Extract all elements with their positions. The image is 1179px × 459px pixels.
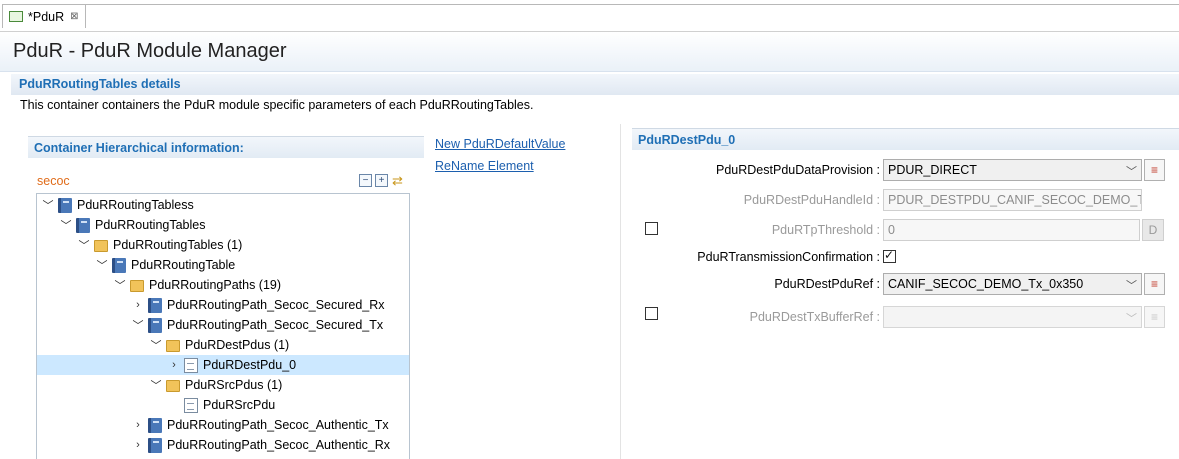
folder-icon <box>166 340 180 352</box>
chevron-down-icon: ﹀ <box>1126 166 1137 178</box>
handle-id-field: PDUR_DESTPDU_CANIF_SECOC_DEMO_Tx_0 <box>883 189 1142 211</box>
tx-confirmation-label: PduRTransmissionConfirmation : <box>697 250 880 264</box>
tree-item-label: PduRRoutingTables <box>95 218 206 232</box>
tree-item[interactable]: › PduRRoutingPath_Secoc_Authentic_Rx <box>37 435 409 455</box>
chevron-down-icon[interactable]: ﹀ <box>113 277 127 293</box>
chevron-right-icon[interactable]: › <box>131 439 145 451</box>
container-icon <box>148 437 162 453</box>
tree-item-label: PduRDestPdu_0 <box>203 358 297 372</box>
tree-toolbar: − + ⇄ <box>359 174 404 187</box>
document-icon <box>184 357 198 373</box>
chevron-down-icon[interactable]: ﹀ <box>131 317 145 333</box>
collapse-all-icon[interactable]: − <box>359 174 372 187</box>
editor-tab-bar: *PduR ⊠ <box>0 0 1179 32</box>
container-icon <box>148 317 162 333</box>
container-icon <box>76 217 90 233</box>
expand-all-icon[interactable]: + <box>375 174 388 187</box>
tree-item[interactable]: · PduRSrcPdu <box>37 395 409 415</box>
close-icon[interactable]: ⊠ <box>70 11 78 22</box>
chevron-down-icon: · <box>167 399 181 411</box>
container-icon <box>148 417 162 433</box>
tree-item[interactable]: › PduRDestPdu_0 <box>37 355 409 375</box>
tab-pdur[interactable]: *PduR ⊠ <box>2 4 86 28</box>
chevron-right-icon[interactable]: › <box>131 419 145 431</box>
chevron-down-icon[interactable]: ﹀ <box>149 337 163 353</box>
details-panel-header: PduRDestPdu_0 <box>632 128 1179 150</box>
tab-label: *PduR <box>28 9 65 24</box>
tx-buffer-ref-select: ﹀ <box>883 306 1142 328</box>
chevron-down-icon: ﹀ <box>1126 313 1137 325</box>
tree-item-label: PduRSrcPdus (1) <box>185 378 283 392</box>
tx-confirmation-checkbox[interactable] <box>883 248 896 263</box>
tp-threshold-checkbox[interactable] <box>645 222 658 235</box>
tree-item[interactable]: › PduRRoutingPath_Secoc_Authentic_Tx <box>37 415 409 435</box>
chevron-down-icon[interactable]: ﹀ <box>95 257 109 273</box>
hierarchy-panel-title: Container Hierarchical information: <box>34 141 244 155</box>
container-tree[interactable]: ﹀ PduRRoutingTabless ﹀ PduRRoutingTables ﹀ Pd… <box>36 193 410 459</box>
chevron-down-icon[interactable]: ﹀ <box>41 197 55 213</box>
tree-item-label: PduRRoutingPaths (19) <box>149 278 282 292</box>
tree-item-label: PduRRoutingPath_Secoc_Secured_Rx <box>167 298 385 312</box>
tree-item[interactable]: ﹀ PduRDestPdus (1) <box>37 335 409 355</box>
details-panel-title: PduRDestPdu_0 <box>638 133 736 147</box>
chevron-down-icon[interactable]: ﹀ <box>59 217 73 233</box>
container-icon <box>58 197 72 213</box>
folder-icon <box>94 240 108 252</box>
chevron-down-icon[interactable]: ﹀ <box>77 237 91 253</box>
tx-buffer-ref-checkbox[interactable] <box>645 307 658 320</box>
tp-threshold-field: 0 <box>883 219 1140 241</box>
module-name: secoc <box>37 174 70 188</box>
tree-item-label: PduRRoutingPath_Secoc_Secured_Tx <box>167 318 384 332</box>
section-title: PduRRoutingTables details <box>19 77 181 91</box>
tree-item[interactable]: ﹀ PduRRoutingTables <box>37 215 409 235</box>
tree-item-label: PduRSrcPdu <box>203 398 276 412</box>
data-provision-label: PduRDestPduDataProvision : <box>716 163 880 177</box>
editor-icon <box>9 11 23 22</box>
tree-item[interactable]: ﹀ PduRSrcPdus (1) <box>37 375 409 395</box>
section-header: PduRRoutingTables details <box>11 74 1179 95</box>
panel-divider <box>620 124 621 459</box>
tree-item-label: PduRRoutingPath_Secoc_Authentic_Rx <box>167 438 391 452</box>
link-editor-icon[interactable]: ⇄ <box>391 174 404 187</box>
document-icon <box>184 397 198 413</box>
handle-id-label: PduRDestPduHandleId : <box>743 193 880 207</box>
chevron-down-icon[interactable]: ﹀ <box>149 377 163 393</box>
tab-bar-line <box>86 4 1179 5</box>
chevron-down-icon: ﹀ <box>1126 280 1137 292</box>
tree-item-label: PduRDestPdus (1) <box>185 338 290 352</box>
rename-element-link[interactable]: ReName Element <box>435 159 534 173</box>
page-header: PduR - PduR Module Manager <box>0 32 1179 72</box>
dest-pdu-ref-select[interactable]: CANIF_SECOC_DEMO_Tx_0x350 ﹀ <box>883 273 1142 295</box>
folder-icon <box>130 280 144 292</box>
data-provision-value: PDUR_DIRECT <box>888 163 977 177</box>
dest-pdu-ref-value: CANIF_SECOC_DEMO_Tx_0x350 <box>888 277 1084 291</box>
folder-icon <box>166 380 180 392</box>
tree-item-label: PduRRoutingTable <box>131 258 236 272</box>
container-icon <box>112 257 126 273</box>
page-title: PduR - PduR Module Manager <box>13 40 287 62</box>
dest-pdu-ref-label: PduRDestPduRef : <box>774 277 880 291</box>
tree-item-label: PduRRoutingTabless <box>77 198 194 212</box>
tree-item[interactable]: ﹀ PduRRoutingTabless <box>37 195 409 215</box>
hierarchy-panel-header: Container Hierarchical information: <box>28 136 424 158</box>
chevron-right-icon[interactable]: › <box>167 359 181 371</box>
tx-buffer-ref-label: PduRDestTxBufferRef : <box>749 310 880 324</box>
list-icon: ≡ <box>1144 306 1165 328</box>
tree-item[interactable]: ﹀ PduRRoutingTable <box>37 255 409 275</box>
tree-item[interactable]: ﹀ PduRRoutingPaths (19) <box>37 275 409 295</box>
new-default-value-link[interactable]: New PduRDefaultValue <box>435 137 565 151</box>
chevron-right-icon[interactable]: › <box>131 299 145 311</box>
tp-threshold-label: PduRTpThreshold : <box>771 223 880 237</box>
list-icon[interactable]: ≡ <box>1144 273 1165 295</box>
tree-item-label: PduRRoutingPath_Secoc_Authentic_Tx <box>167 418 389 432</box>
list-icon[interactable]: ≡ <box>1144 159 1165 181</box>
tree-item[interactable]: › PduRRoutingPath_Secoc_Secured_Rx <box>37 295 409 315</box>
section-description: This container containers the PduR modul… <box>20 98 534 112</box>
tree-item-label: PduRRoutingTables (1) <box>113 238 243 252</box>
container-icon <box>148 297 162 313</box>
tree-item[interactable]: ﹀ PduRRoutingPath_Secoc_Secured_Tx <box>37 315 409 335</box>
tree-item[interactable]: ﹀ PduRRoutingTables (1) <box>37 235 409 255</box>
default-value-button: D <box>1142 219 1164 241</box>
data-provision-select[interactable]: PDUR_DIRECT ﹀ <box>883 159 1142 181</box>
